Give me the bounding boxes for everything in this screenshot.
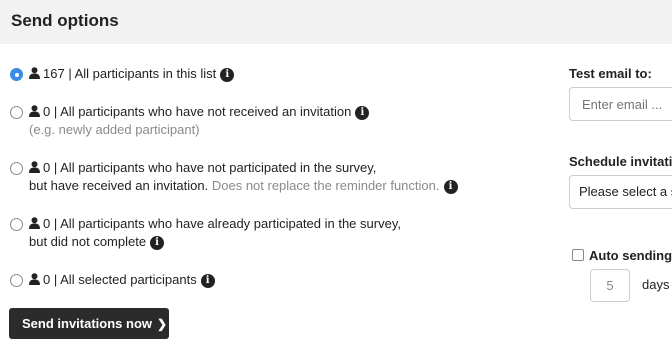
info-icon[interactable]: i bbox=[200, 274, 215, 288]
schedule-label: Schedule invitati bbox=[569, 154, 672, 169]
option-line2: but did not complete i bbox=[29, 234, 165, 250]
person-icon bbox=[29, 273, 40, 285]
option-count: 0 bbox=[43, 216, 51, 231]
person-icon bbox=[29, 161, 40, 173]
days-input[interactable]: 5 bbox=[590, 269, 630, 302]
page-title: Send options bbox=[11, 11, 119, 30]
option-line2-text: but have received an invitation. bbox=[29, 178, 209, 193]
radio-not-invited[interactable] bbox=[10, 106, 23, 119]
schedule-select[interactable]: Please select a s bbox=[569, 175, 672, 209]
option-label: 0 | All selected participants i bbox=[29, 272, 215, 288]
person-icon bbox=[29, 105, 40, 117]
chevron-right-icon: ❯ bbox=[157, 317, 168, 331]
radio-all-participants[interactable] bbox=[10, 68, 23, 81]
option-text: | All participants who have already part… bbox=[53, 216, 401, 231]
info-icon[interactable]: i bbox=[150, 236, 165, 250]
option-label: 167 | All participants in this list i bbox=[29, 66, 235, 82]
info-icon[interactable]: i bbox=[355, 106, 370, 120]
option-line2-text: but did not complete bbox=[29, 234, 147, 249]
days-label: days bbox=[642, 277, 670, 292]
option-text: | All selected participants bbox=[53, 272, 197, 287]
option-count: 167 bbox=[43, 66, 65, 81]
option-label: 0 | All participants who have already pa… bbox=[29, 216, 401, 231]
person-icon bbox=[29, 217, 40, 229]
option-line2: but have received an invitation. Does no… bbox=[29, 178, 458, 194]
radio-incomplete[interactable] bbox=[10, 218, 23, 231]
info-icon[interactable]: i bbox=[443, 180, 458, 194]
radio-selected-participants[interactable] bbox=[10, 274, 23, 287]
option-count: 0 bbox=[43, 272, 51, 287]
test-email-input[interactable] bbox=[569, 87, 672, 121]
option-note: (e.g. newly added participant) bbox=[29, 122, 200, 137]
option-count: 0 bbox=[43, 160, 51, 175]
person-icon bbox=[29, 67, 40, 79]
test-email-label: Test email to: bbox=[569, 66, 652, 81]
auto-sending-label: Auto sending bbox=[589, 248, 672, 263]
option-label: 0 | All participants who have not partic… bbox=[29, 160, 376, 175]
auto-sending-checkbox[interactable] bbox=[572, 249, 584, 261]
info-icon[interactable]: i bbox=[220, 68, 235, 82]
option-text: | All participants who have not received… bbox=[53, 104, 352, 119]
option-label: 0 | All participants who have not receiv… bbox=[29, 104, 370, 120]
send-invitations-button[interactable]: Send invitations now ❯ bbox=[9, 308, 169, 339]
header-bar: Send options bbox=[0, 0, 672, 44]
option-text: | All participants in this list bbox=[68, 66, 217, 81]
option-text: | All participants who have not particip… bbox=[53, 160, 377, 175]
option-count: 0 bbox=[43, 104, 51, 119]
radio-not-participated[interactable] bbox=[10, 162, 23, 175]
option-line2-note: Does not replace the reminder function. bbox=[211, 178, 440, 193]
send-button-label: Send invitations now bbox=[22, 316, 153, 331]
